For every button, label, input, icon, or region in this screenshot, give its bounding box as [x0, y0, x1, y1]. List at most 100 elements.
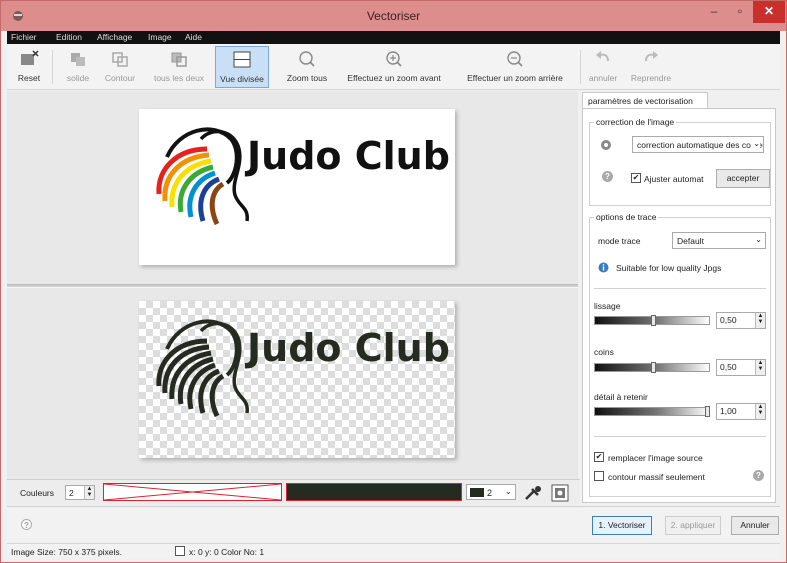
zoom-avant-label: Effectuez un zoom avant: [347, 73, 441, 83]
remplacer-checkbox[interactable]: ✔: [594, 452, 604, 462]
chevron-down-icon: ⌄: [505, 487, 512, 496]
undo-icon: [596, 51, 609, 62]
stepper-arrows-icon[interactable]: ▲ ▼: [755, 404, 765, 419]
correction-group: correction de l'image correction automat…: [589, 117, 771, 206]
tous-les-deux-button[interactable]: tous les deux: [150, 46, 208, 88]
contour-button[interactable]: Contour: [100, 46, 140, 88]
toolbar-separator: [580, 50, 581, 84]
eyedropper-icon[interactable]: [522, 483, 544, 503]
image-size-text: Image Size: 750 x 375 pixels.: [11, 547, 123, 557]
color-swatch-transparent[interactable]: [103, 483, 282, 501]
palette-color-swatch: [470, 488, 484, 497]
detail-label: détail à retenir: [594, 392, 648, 402]
contour-icon: [112, 52, 128, 67]
help-icon[interactable]: ?: [21, 519, 32, 530]
divider: [594, 436, 766, 437]
info-text: Suitable for low quality Jpgs: [616, 263, 722, 273]
reset-label: Reset: [17, 73, 41, 83]
reprendre-button[interactable]: Reprendre: [625, 46, 677, 88]
contour-massif-checkbox[interactable]: [594, 471, 604, 481]
color-bar: Couleurs 2 ▲ ▼ 2 ⌄: [7, 479, 580, 505]
menu-image[interactable]: Image: [148, 32, 172, 42]
appliquer-button[interactable]: 2. appliquer: [665, 516, 721, 535]
menu-affichage[interactable]: Affichage: [97, 32, 132, 42]
color-picker-icon[interactable]: [550, 483, 570, 503]
judo-logo-color: Judo Club: [156, 127, 450, 226]
minimize-button[interactable]: –: [701, 1, 727, 23]
lissage-label: lissage: [594, 301, 621, 311]
accepter-button[interactable]: accepter: [716, 169, 770, 188]
zoom-out-icon: [507, 51, 523, 67]
lissage-slider-handle[interactable]: [651, 315, 656, 326]
annuler-dialog-button[interactable]: Annuler: [731, 516, 779, 535]
ajuster-label: Ajuster automat: [644, 174, 704, 184]
correction-select-value: correction automatique des couleurs: [637, 140, 764, 150]
cursor-info-text: x: 0 y: 0 Color No: 1: [189, 547, 265, 557]
mode-trace-label: mode trace: [598, 236, 641, 246]
help-icon[interactable]: ?: [602, 171, 613, 182]
redo-icon: [645, 51, 658, 62]
correction-select[interactable]: correction automatique des couleurs ⌄: [632, 136, 764, 153]
mode-trace-select[interactable]: Default ⌄: [672, 232, 766, 249]
ajuster-checkbox[interactable]: ✔: [631, 173, 641, 183]
split-divider[interactable]: [7, 284, 578, 288]
title-bar[interactable]: Vectoriser – ▫ ✕: [1, 1, 786, 31]
both-icon: [171, 52, 187, 67]
solide-button[interactable]: solide: [59, 46, 97, 88]
color-count-value: 2: [69, 488, 74, 498]
palette-dropdown[interactable]: 2 ⌄: [466, 484, 516, 500]
color-count-stepper[interactable]: 2 ▲ ▼: [65, 485, 95, 500]
stepper-arrows-icon[interactable]: ▲ ▼: [84, 486, 94, 499]
logo-text-color: Judo Club: [244, 134, 450, 178]
coins-stepper[interactable]: 0,50 ▲ ▼: [716, 359, 766, 376]
reset-button[interactable]: Reset: [11, 46, 47, 88]
detail-slider-handle[interactable]: [705, 406, 710, 417]
source-image[interactable]: Judo Club: [139, 109, 455, 265]
tous-les-deux-label: tous les deux: [153, 73, 205, 83]
zoom-arriere-button[interactable]: Effectuer un zoom arrière: [454, 46, 576, 88]
coins-value: 0,50: [720, 362, 737, 372]
solide-label: solide: [66, 73, 90, 83]
solid-icon: [71, 53, 85, 66]
menu-aide[interactable]: Aide: [185, 32, 202, 42]
settings-panel-body: correction de l'image correction automat…: [582, 108, 776, 503]
color-indicator-swatch: [175, 546, 185, 556]
zoom-tous-label: Zoom tous: [286, 73, 328, 83]
vue-divisee-button[interactable]: Vue divisée: [215, 46, 269, 88]
zoom-tous-button[interactable]: Zoom tous: [283, 46, 331, 88]
detail-stepper[interactable]: 1,00 ▲ ▼: [716, 403, 766, 420]
coins-slider[interactable]: [594, 362, 710, 373]
correction-caption: correction de l'image: [594, 117, 677, 127]
vue-divisee-label: Vue divisée: [220, 74, 264, 84]
trace-options-group: options de trace mode trace Default ⌄ Su…: [589, 212, 771, 497]
vector-preview[interactable]: Judo Club: [139, 301, 455, 458]
logo-text-vector: Judo Club: [244, 326, 450, 370]
color-swatch-dark[interactable]: [286, 483, 462, 501]
toolbar: Reset solide Contour tous les deux Vue d…: [7, 44, 780, 90]
chevron-down-icon: ⌄: [751, 139, 760, 148]
annuler-button[interactable]: annuler: [583, 46, 623, 88]
menu-fichier[interactable]: Fichier: [11, 32, 37, 42]
tab-parametres[interactable]: paramètres de vectorisation: [582, 92, 708, 109]
status-bar: Image Size: 750 x 375 pixels. x: 0 y: 0 …: [7, 543, 780, 559]
menu-edition[interactable]: Edition: [56, 32, 82, 42]
reprendre-label: Reprendre: [630, 73, 672, 83]
detail-slider[interactable]: [594, 406, 710, 417]
lissage-stepper[interactable]: 0,50 ▲ ▼: [716, 312, 766, 329]
lissage-slider[interactable]: [594, 315, 710, 326]
maximize-button[interactable]: ▫: [727, 1, 753, 23]
vectoriser-button[interactable]: 1. Vectoriser: [592, 516, 652, 535]
stepper-arrows-icon[interactable]: ▲ ▼: [755, 360, 765, 375]
lissage-value: 0,50: [720, 315, 737, 325]
coins-label: coins: [594, 347, 614, 357]
chevron-down-icon: ⌄: [755, 235, 762, 244]
coins-slider-handle[interactable]: [651, 362, 656, 373]
empty-swatch-icon: [103, 483, 282, 501]
help-icon[interactable]: ?: [753, 470, 764, 481]
detail-value: 1,00: [720, 406, 737, 416]
close-button[interactable]: ✕: [753, 1, 785, 23]
stepper-arrows-icon[interactable]: ▲ ▼: [755, 313, 765, 328]
zoom-fit-icon: [299, 51, 315, 67]
zoom-avant-button[interactable]: Effectuez un zoom avant: [339, 46, 449, 88]
remplacer-label: remplacer l'image source: [608, 453, 703, 463]
